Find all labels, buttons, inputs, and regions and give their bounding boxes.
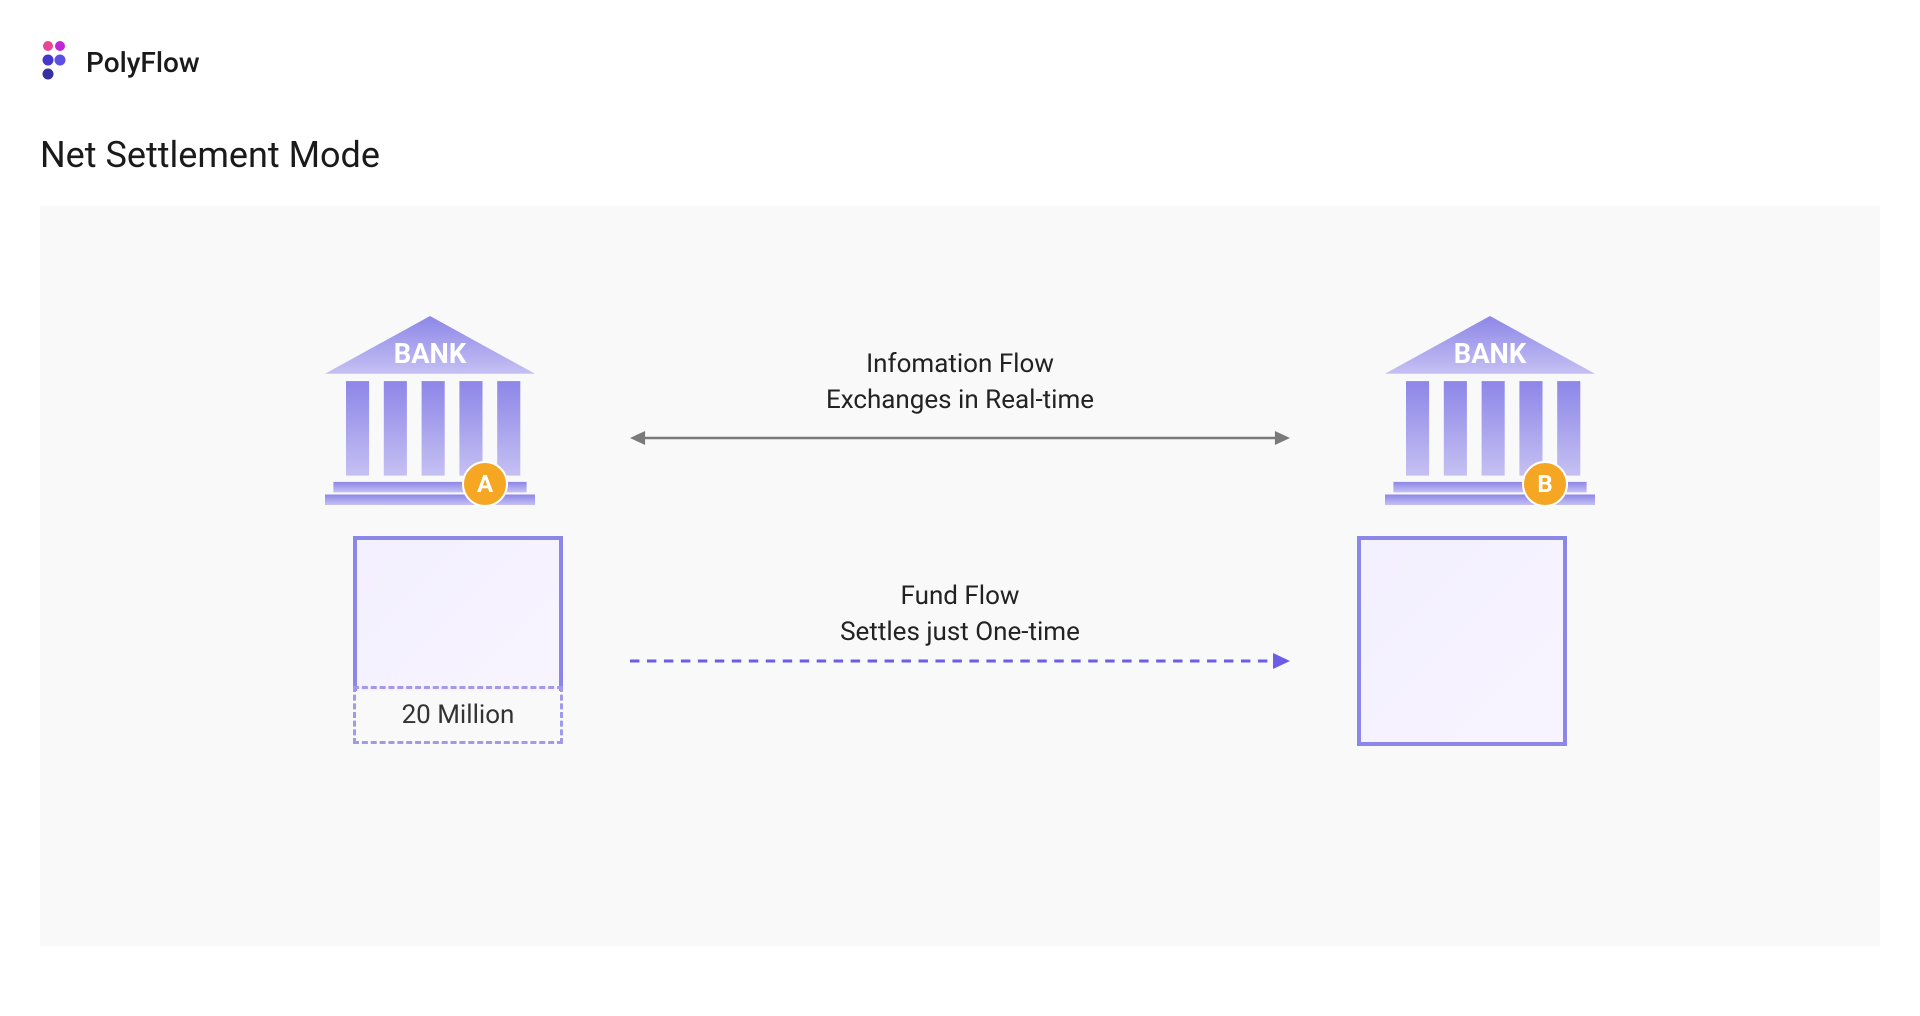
- info-flow-label: Infomation Flow Exchanges in Real-time: [710, 346, 1210, 419]
- fund-amount-box: 20 Million: [353, 686, 563, 744]
- fund-flow-line2: Settles just One-time: [710, 614, 1210, 650]
- info-flow-line1: Infomation Flow: [710, 346, 1210, 382]
- bank-a-badge: A: [462, 461, 508, 507]
- fund-box-a: [353, 536, 563, 691]
- fund-flow-line1: Fund Flow: [710, 578, 1210, 614]
- diagram-title: Net Settlement Mode: [40, 134, 1880, 176]
- polyflow-logo-icon: [40, 40, 74, 84]
- info-flow-line2: Exchanges in Real-time: [710, 382, 1210, 418]
- bank-label: BANK: [394, 338, 467, 370]
- brand: PolyFlow: [40, 40, 1880, 84]
- bank-b: BANK B: [1380, 316, 1600, 509]
- fund-box-b: [1357, 536, 1567, 746]
- fund-flow-label: Fund Flow Settles just One-time: [710, 578, 1210, 651]
- bank-label: BANK: [1454, 338, 1527, 370]
- diagram-canvas: BANK A BANK: [40, 206, 1880, 946]
- brand-name: PolyFlow: [86, 46, 200, 79]
- bank-a: BANK A: [320, 316, 540, 509]
- bank-b-badge: B: [1522, 461, 1568, 507]
- fund-amount: 20 Million: [402, 700, 515, 730]
